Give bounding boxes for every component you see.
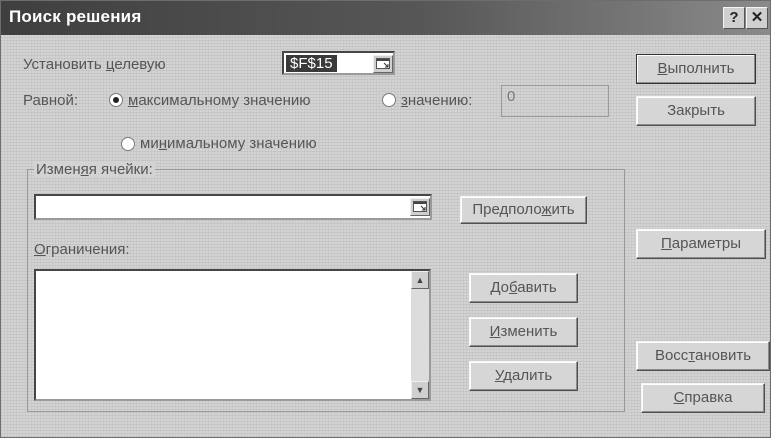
target-cell-label: Установить целевую [23,56,166,73]
constraints-list[interactable]: ▲ ▼ [34,269,431,401]
close-icon[interactable]: ✕ [746,7,768,29]
run-button[interactable]: Выполнить [636,54,756,84]
change-constraint-button[interactable]: Изменить [469,317,578,347]
target-cell-value: $F$15 [286,55,337,72]
add-constraint-button[interactable]: Добавить [469,273,578,303]
equal-to-label: Равной: [23,92,78,109]
target-cell-input[interactable]: $F$15 [282,51,395,75]
options-button[interactable]: Параметры [636,229,766,259]
close-button[interactable]: Закрыть [636,96,756,126]
radio-max-label[interactable]: максимальному значению [128,92,311,109]
radio-value-label[interactable]: значению: [401,92,472,109]
delete-constraint-button[interactable]: Удалить [469,361,578,391]
collapse-dialog-icon[interactable] [410,198,430,216]
title-bar[interactable]: Поиск решения ? ✕ [1,1,770,35]
constraints-scrollbar[interactable]: ▲ ▼ [411,271,429,399]
window-title: Поиск решения [9,7,142,26]
solver-dialog: Поиск решения ? ✕ Установить целевую $F$… [0,0,771,438]
radio-min-label[interactable]: минимальному значению [140,135,317,152]
radio-min[interactable] [121,137,135,151]
radio-max-dot [113,97,119,103]
reset-all-button[interactable]: Восстановить [636,341,770,371]
collapse-dialog-icon[interactable] [373,55,393,73]
constraints-label: Ограничения: [34,241,130,258]
scroll-up-icon[interactable]: ▲ [411,271,429,289]
help-button[interactable]: Справка [641,383,765,413]
guess-button[interactable]: Предположить [460,196,587,224]
value-input[interactable]: 0 [501,85,609,117]
radio-max[interactable] [109,93,123,107]
scroll-down-icon[interactable]: ▼ [411,381,429,399]
changing-cells-label: Изменяя ячейки: [34,161,155,178]
radio-value[interactable] [382,93,396,107]
help-icon[interactable]: ? [723,7,745,29]
changing-cells-input[interactable] [34,194,432,220]
